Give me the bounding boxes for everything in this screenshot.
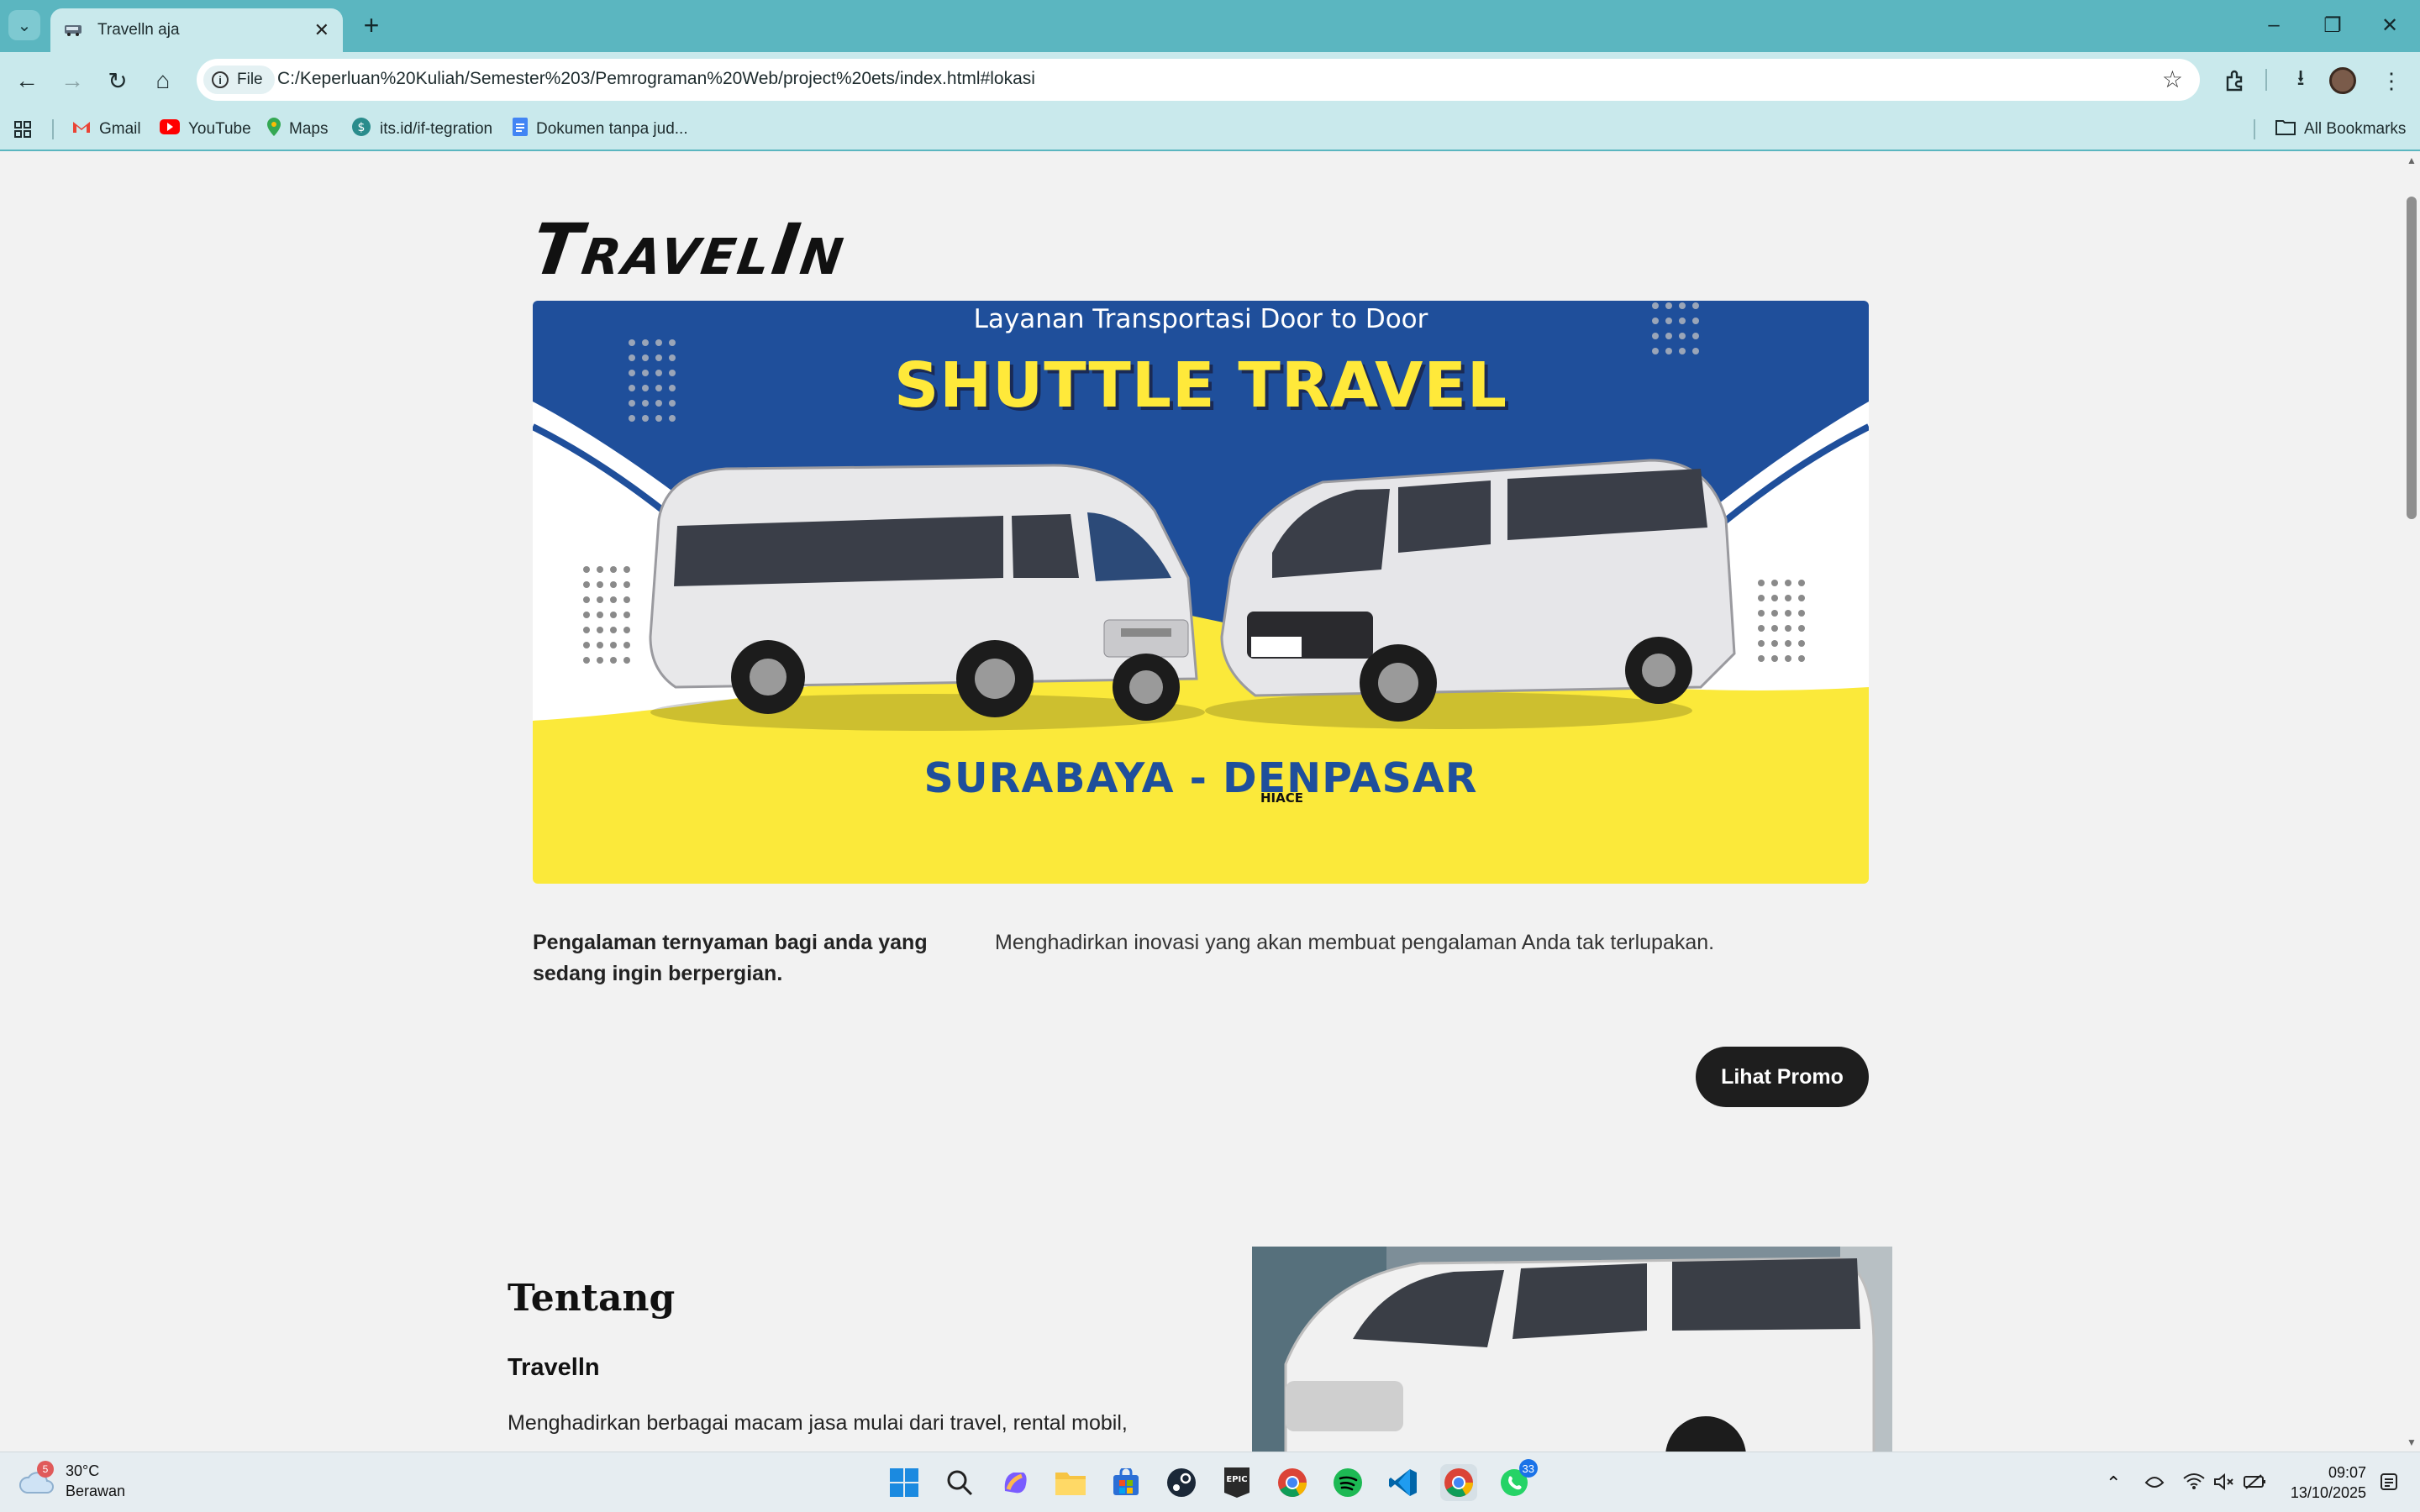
bookmark-docs[interactable]: Dokumen tanpa jud...: [513, 118, 688, 141]
system-clock[interactable]: 09:07 13/10/2025: [2282, 1462, 2366, 1503]
site-logo[interactable]: TravelIn: [527, 208, 851, 291]
spotify-icon[interactable]: [1329, 1464, 1366, 1501]
weather-alert-badge: 5: [37, 1461, 54, 1478]
clock-date: 13/10/2025: [2290, 1484, 2366, 1501]
web-page: TravelIn Layanan Transportasi Door to Do…: [0, 151, 2403, 1452]
hero-subtitle: Layanan Transportasi Door to Door: [973, 304, 1428, 334]
link-icon: $: [351, 117, 371, 142]
bus-favicon-icon: [64, 23, 86, 38]
lihat-promo-button[interactable]: Lihat Promo: [1696, 1047, 1869, 1107]
hero-banner: Layanan Transportasi Door to Door SHUTTL…: [533, 301, 1869, 884]
bookmark-star-icon[interactable]: ☆: [2162, 66, 2183, 93]
bookmark-its[interactable]: $ its.id/if-tegration: [351, 118, 492, 141]
file-explorer-icon[interactable]: [1052, 1464, 1089, 1501]
cloud-weather-icon: 5: [18, 1461, 55, 1498]
weather-condition: Berawan: [66, 1483, 126, 1499]
gmail-icon: [72, 120, 91, 139]
windows-taskbar: 5 30°C Berawan EPIC 33 ⌃ 09:07 13/10/202…: [0, 1452, 2420, 1512]
vscode-icon[interactable]: [1385, 1464, 1422, 1501]
forward-icon[interactable]: →: [55, 64, 89, 97]
tray-app-icon[interactable]: [2144, 1473, 2165, 1494]
scrollbar-thumb[interactable]: [2407, 197, 2417, 519]
page-scrollbar[interactable]: ▲ ▼: [2403, 151, 2420, 1452]
whatsapp-icon[interactable]: 33: [1496, 1459, 1538, 1501]
apps-grid-icon[interactable]: [13, 118, 32, 141]
hero-title: SHUTTLE TRAVEL: [893, 349, 1508, 422]
svg-text:$: $: [358, 121, 366, 134]
extensions-icon[interactable]: [2218, 66, 2252, 96]
chrome-active-icon[interactable]: [1440, 1464, 1477, 1501]
url-text[interactable]: C:/Keperluan%20Kuliah/Semester%203/Pemro…: [277, 69, 1035, 89]
tab-strip: ⌄ Travelln aja ✕ + – ❐ ✕: [0, 0, 2420, 52]
weather-widget[interactable]: 5 30°C Berawan: [18, 1461, 125, 1501]
bookmark-label: Maps: [289, 120, 329, 138]
about-heading: Tentang: [508, 1277, 676, 1320]
svg-text:EPIC: EPIC: [1226, 1475, 1247, 1484]
site-info-chip[interactable]: i File: [203, 66, 275, 94]
hero-route: SURABAYA - DENPASAR: [923, 754, 1478, 802]
search-icon[interactable]: [941, 1464, 978, 1501]
home-icon[interactable]: ⌂: [146, 64, 180, 97]
download-icon[interactable]: ⭳: [2284, 65, 2317, 96]
tab-active[interactable]: Travelln aja ✕: [50, 8, 343, 52]
about-van-photo: [1252, 1247, 1892, 1452]
toolbar-divider: [2265, 69, 2267, 91]
wifi-icon[interactable]: [2183, 1473, 2205, 1494]
bookmark-label: YouTube: [188, 120, 251, 138]
intro-description: Menghadirkan inovasi yang akan membuat p…: [995, 931, 1715, 954]
chevron-up-icon[interactable]: ⌃: [2106, 1473, 2121, 1494]
scheme-label: File: [237, 71, 263, 88]
address-bar[interactable]: i File C:/Keperluan%20Kuliah/Semester%20…: [197, 59, 2200, 101]
steam-icon[interactable]: [1163, 1464, 1200, 1501]
start-icon[interactable]: [886, 1464, 923, 1501]
copilot-icon[interactable]: [997, 1464, 1034, 1501]
youtube-icon: [160, 119, 180, 139]
tab-title: Travelln aja: [97, 21, 180, 39]
all-bookmarks-button[interactable]: All Bookmarks: [2275, 118, 2406, 141]
intro-tagline: Pengalaman ternyaman bagi anda yang seda…: [533, 931, 928, 985]
epic-games-icon[interactable]: EPIC: [1218, 1464, 1255, 1501]
minimize-icon[interactable]: –: [2249, 8, 2299, 42]
bookmark-label: its.id/if-tegration: [380, 120, 493, 138]
window-close-icon[interactable]: ✕: [2365, 8, 2415, 42]
notification-icon[interactable]: [2380, 1473, 2400, 1498]
bookmark-divider: [52, 119, 54, 139]
tab-search-button[interactable]: ⌄: [8, 10, 40, 40]
info-icon: i: [212, 71, 229, 88]
about-text: Menghadirkan berbagai macam jasa mulai d…: [508, 1411, 1128, 1435]
about-subheading: Travelln: [508, 1354, 600, 1381]
chevron-down-icon: ⌄: [17, 16, 32, 35]
volume-muted-icon[interactable]: [2213, 1473, 2235, 1496]
all-bookmarks-label: All Bookmarks: [2304, 120, 2407, 138]
restore-icon[interactable]: ❐: [2307, 8, 2358, 42]
new-tab-button[interactable]: +: [355, 10, 388, 40]
menu-kebab-icon[interactable]: ⋮: [2375, 66, 2408, 96]
store-icon[interactable]: [1107, 1464, 1144, 1501]
reload-icon[interactable]: ↻: [101, 64, 134, 97]
battery-icon[interactable]: [2244, 1473, 2267, 1496]
scroll-down-icon[interactable]: ▼: [2407, 1436, 2417, 1448]
maps-icon: [267, 118, 281, 141]
browser-toolbar: ← → ↻ ⌂ i File C:/Keperluan%20Kuliah/Sem…: [0, 52, 2420, 108]
scroll-up-icon[interactable]: ▲: [2407, 155, 2417, 166]
weather-temp: 30°C: [66, 1462, 100, 1479]
van-illustration: [1205, 459, 1736, 729]
whatsapp-unread-badge: 33: [1518, 1459, 1538, 1478]
bookmarks-bar: Gmail YouTube Maps $ its.id/if-tegration…: [0, 108, 2420, 151]
folder-icon: [2275, 118, 2296, 140]
bookmark-divider: [2254, 119, 2255, 139]
profile-avatar[interactable]: [2329, 67, 2356, 94]
back-icon[interactable]: ←: [10, 64, 44, 97]
bookmark-label: Gmail: [99, 120, 141, 138]
bookmark-label: Dokumen tanpa jud...: [536, 120, 688, 138]
bookmark-gmail[interactable]: Gmail: [72, 118, 141, 141]
docs-icon: [513, 118, 528, 141]
chrome-icon[interactable]: [1274, 1464, 1311, 1501]
clock-time: 09:07: [2328, 1464, 2366, 1481]
bookmark-maps[interactable]: Maps: [267, 118, 328, 141]
bookmark-youtube[interactable]: YouTube: [160, 118, 251, 141]
close-icon[interactable]: ✕: [314, 19, 329, 41]
